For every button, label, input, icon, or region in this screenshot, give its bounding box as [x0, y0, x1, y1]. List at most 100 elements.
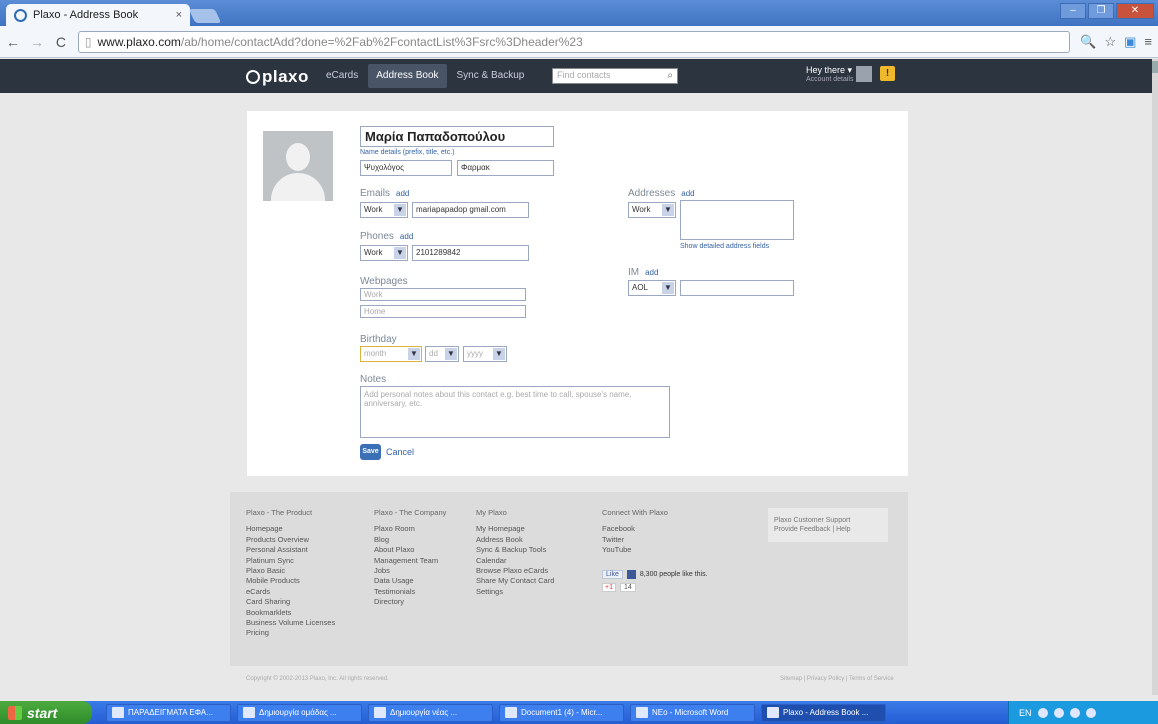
footer-link[interactable]: Share My Contact Card [476, 576, 554, 586]
tray-icon[interactable] [1069, 707, 1080, 718]
email-field[interactable]: mariapapadop gmail.com [412, 202, 529, 218]
add-address-link[interactable]: add [681, 189, 694, 198]
company-field[interactable]: Φαρμακ [457, 160, 554, 176]
webpage-work-field[interactable]: Work [360, 288, 526, 301]
start-button[interactable]: start [0, 701, 92, 724]
im-field[interactable] [680, 280, 794, 296]
add-im-link[interactable]: add [645, 268, 658, 277]
feedback-help-link[interactable]: Provide Feedback | Help [774, 525, 882, 534]
maximize-button[interactable]: ❐ [1088, 3, 1114, 19]
nav-sync-backup[interactable]: Sync & Backup [449, 64, 533, 88]
address-bar[interactable]: ▯ www.plaxo.com/ab/home/contactAdd?done=… [77, 30, 1071, 53]
footer-link[interactable]: Personal Assistant [246, 545, 335, 555]
footer-column-product: Plaxo - The Product Homepage Products Ov… [246, 508, 335, 639]
add-phone-link[interactable]: add [400, 232, 413, 241]
birthday-day-select[interactable]: dd ▼ [425, 346, 459, 362]
back-arrow-icon[interactable]: ← [6, 34, 20, 50]
notification-icon[interactable]: ! [880, 66, 895, 81]
footer-heading: Connect With Plaxo [602, 508, 668, 517]
footer-link[interactable]: Facebook [602, 524, 668, 534]
legal-links[interactable]: Sitemap | Privacy Policy | Terms of Serv… [780, 676, 894, 682]
tray-icon[interactable] [1037, 707, 1048, 718]
full-name-field[interactable]: Μαρία Παπαδοπούλου [360, 126, 554, 147]
taskbar-item[interactable]: Δημιουργία νέας ... [368, 703, 493, 722]
minimize-button[interactable]: – [1060, 3, 1086, 19]
taskbar-item[interactable]: Document1 (4) - Micr... [499, 703, 624, 722]
birthday-year-select[interactable]: yyyy ▼ [463, 346, 507, 362]
tray-icon[interactable] [1053, 707, 1064, 718]
footer-link[interactable]: Management Team [374, 556, 446, 566]
search-icon[interactable]: ⌕ [667, 70, 673, 81]
close-window-button[interactable]: ✕ [1116, 3, 1154, 19]
footer-link[interactable]: My Homepage [476, 524, 554, 534]
footer-link[interactable]: Address Book [476, 535, 554, 545]
footer-link[interactable]: Jobs [374, 566, 446, 576]
footer-link[interactable]: Products Overview [246, 535, 335, 545]
avatar[interactable] [856, 66, 872, 82]
footer-link[interactable]: Mobile Products [246, 576, 335, 586]
footer-link[interactable]: Testimonials [374, 587, 446, 597]
plaxo-logo[interactable]: plaxo [246, 67, 309, 87]
footer-link[interactable]: Calendar [476, 556, 554, 566]
address-type-select[interactable]: Work ▼ [628, 202, 676, 218]
browser-tabstrip: Plaxo - Address Book × – ❐ ✕ [0, 0, 1158, 26]
add-email-link[interactable]: add [396, 189, 409, 198]
browser-tab[interactable]: Plaxo - Address Book × [6, 4, 190, 26]
footer-link[interactable]: Platinum Sync [246, 556, 335, 566]
footer-link[interactable]: About Plaxo [374, 545, 446, 555]
footer-link[interactable]: YouTube [602, 545, 668, 555]
page-scrollbar[interactable] [1152, 59, 1158, 695]
birthday-month-select[interactable]: month ▼ [360, 346, 422, 362]
nav-ecards[interactable]: eCards [318, 64, 366, 88]
contact-search-input[interactable]: Find contacts ⌕ [552, 68, 678, 84]
webpage-home-field[interactable]: Home [360, 305, 526, 318]
bookmark-star-icon[interactable]: ☆ [1104, 34, 1116, 50]
extension-icon[interactable]: ▣ [1124, 34, 1136, 50]
support-link[interactable]: Plaxo Customer Support [774, 516, 882, 525]
taskbar-item[interactable]: NEo - Microsoft Word [630, 703, 755, 722]
new-tab-button[interactable] [188, 9, 222, 23]
taskbar-item-active[interactable]: Plaxo - Address Book ... [761, 703, 886, 722]
facebook-like-button[interactable]: Like [602, 570, 623, 579]
phone-type-select[interactable]: Work ▼ [360, 245, 408, 261]
footer-link[interactable]: Plaxo Room [374, 524, 446, 534]
email-type-select[interactable]: Work ▼ [360, 202, 408, 218]
footer-link[interactable]: Homepage [246, 524, 335, 534]
footer-link[interactable]: Bookmarklets [246, 608, 335, 618]
forward-arrow-icon[interactable]: → [30, 34, 44, 50]
user-menu[interactable]: Hey there ▾ Account details [806, 65, 853, 83]
zoom-icon[interactable]: 🔍 [1080, 34, 1096, 50]
notes-textarea[interactable]: Add personal notes about this contact e.… [360, 386, 670, 438]
footer-link[interactable]: Pricing [246, 628, 335, 638]
taskbar-item[interactable]: ΠΑΡΑΔΕΙΓΜΑΤΑ ΕΦΑ... [106, 703, 231, 722]
footer-link[interactable]: Business Volume Licenses [246, 618, 335, 628]
tab-close-icon[interactable]: × [176, 9, 182, 21]
footer-link[interactable]: Plaxo Basic [246, 566, 335, 576]
footer-link[interactable]: Card Sharing [246, 597, 335, 607]
im-type-select[interactable]: AOL ▼ [628, 280, 676, 296]
footer-link[interactable]: Data Usage [374, 576, 446, 586]
menu-icon[interactable]: ≡ [1144, 34, 1152, 50]
language-indicator[interactable]: EN [1019, 708, 1032, 718]
taskbar-item[interactable]: Δημιουργία ομάδας ... [237, 703, 362, 722]
address-textarea[interactable] [680, 200, 794, 240]
tray-icon[interactable] [1085, 707, 1096, 718]
title-field[interactable]: Ψυχολόγος [360, 160, 452, 176]
footer-link[interactable]: Sync & Backup Tools [476, 545, 554, 555]
phone-field[interactable]: 2101289842 [412, 245, 529, 261]
reload-icon[interactable]: C [54, 34, 68, 50]
gplus-button[interactable]: +1 [602, 583, 616, 592]
footer-link[interactable]: Blog [374, 535, 446, 545]
footer-link[interactable]: Settings [476, 587, 554, 597]
footer-link[interactable]: Browse Plaxo eCards [476, 566, 554, 576]
cancel-link[interactable]: Cancel [386, 447, 414, 457]
save-button[interactable]: Save [360, 444, 381, 460]
detailed-address-link[interactable]: Show detailed address fields [680, 243, 769, 250]
footer-link[interactable]: eCards [246, 587, 335, 597]
contact-photo[interactable] [263, 131, 333, 201]
footer-link[interactable]: Twitter [602, 535, 668, 545]
scroll-thumb[interactable] [1152, 61, 1158, 73]
name-details-link[interactable]: Name details (prefix, title, etc.) [360, 149, 455, 156]
footer-link[interactable]: Directory [374, 597, 446, 607]
nav-address-book[interactable]: Address Book [368, 64, 447, 88]
